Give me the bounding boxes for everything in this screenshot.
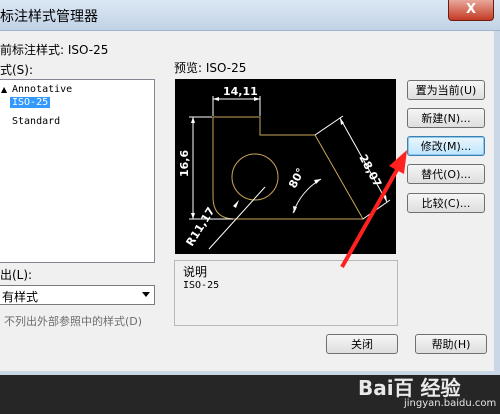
dim-top: 14,11 <box>223 85 258 98</box>
current-style-label: 前标注样式: ISO-25 <box>0 43 109 57</box>
watermark-url: jingyan.baidu.com <box>404 398 497 409</box>
external-refs-checkbox-label[interactable]: 不列出外部参照中的样式(D) <box>4 313 142 329</box>
dialog-window: 标注样式管理器 X 前标注样式: ISO-25 式(S): ▲ Annotati… <box>0 0 500 375</box>
dim-radius: R11,17 <box>184 205 218 249</box>
preview-canvas: 14,11 16,6 28,07 80° R11,17 <box>175 79 396 254</box>
preview-drawing: 14,11 16,6 28,07 80° R11,17 <box>178 85 391 250</box>
preview-label: 预览: ISO-25 <box>174 61 247 75</box>
dim-left: 16,6 <box>178 150 191 177</box>
watermark-logo: Bai百 经验 <box>358 376 461 400</box>
compare-button[interactable]: 比较(C)... <box>407 193 485 213</box>
style-item-annotative[interactable]: Annotative <box>12 84 72 95</box>
close-button[interactable]: 关闭 <box>326 334 398 354</box>
override-button[interactable]: 替代(O)... <box>407 164 485 184</box>
description-group: 说明 ISO-25 <box>174 260 398 326</box>
description-title: 说明 <box>183 265 208 279</box>
dim-right: 28,07 <box>356 152 384 189</box>
chevron-down-icon <box>142 292 150 297</box>
annotative-icon: ▲ <box>1 85 8 94</box>
new-button[interactable]: 新建(N)... <box>407 108 485 128</box>
window-title: 标注样式管理器 <box>0 9 98 25</box>
style-item-standard[interactable]: Standard <box>12 116 60 127</box>
list-filter-select[interactable]: 有样式 <box>0 285 155 305</box>
modify-button[interactable]: 修改(M)... <box>407 136 485 156</box>
set-current-button[interactable]: 置为当前(U) <box>407 80 485 100</box>
styles-list-label: 式(S): <box>0 63 34 77</box>
close-window-button[interactable]: X <box>448 0 494 21</box>
description-text: ISO-25 <box>183 280 220 291</box>
help-button[interactable]: 帮助(H) <box>415 334 487 354</box>
style-item-iso25[interactable]: ISO-25 <box>10 97 51 108</box>
list-filter-value: 有样式 <box>2 290 39 304</box>
dim-angle: 80° <box>286 166 307 190</box>
title-bar[interactable]: 标注样式管理器 X <box>0 0 500 31</box>
list-filter-label: 出(L): <box>0 268 33 282</box>
